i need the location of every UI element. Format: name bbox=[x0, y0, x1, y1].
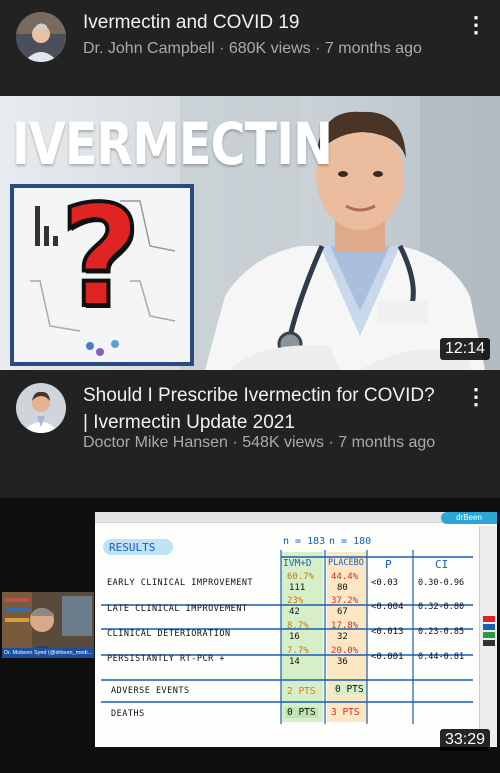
cell-pl-n: 36 bbox=[337, 657, 348, 667]
upload-age: 7 months ago bbox=[338, 434, 436, 451]
more-vert-icon[interactable]: ⋮ bbox=[465, 12, 487, 38]
video-duration: 33:29 bbox=[439, 729, 490, 751]
video-thumbnail-2[interactable]: IVERMECTIN ? 12:14 bbox=[0, 96, 500, 370]
avatar-image bbox=[16, 12, 66, 62]
cell-ivm-n: 14 bbox=[289, 657, 300, 667]
cell-pl-pct: 17.8% bbox=[331, 621, 359, 631]
video-item-2[interactable]: Should I Prescribe Ivermectin for COVID?… bbox=[0, 370, 500, 480]
cell-ivm-n: 0 PTS bbox=[285, 707, 318, 718]
upload-age: 7 months ago bbox=[324, 40, 422, 57]
header-p: P bbox=[385, 558, 392, 571]
cell-ivm-n: 2 PTS bbox=[287, 686, 316, 697]
thumb-headline: IVERMECTIN bbox=[12, 110, 333, 178]
row-label: DEATHS bbox=[111, 709, 145, 719]
question-mark-icon: ? bbox=[58, 176, 143, 339]
cell-ci: 0.32-0.80 bbox=[418, 602, 465, 612]
view-count: 680K views bbox=[228, 40, 311, 57]
cell-ivm-pct: 7.7% bbox=[287, 646, 309, 656]
cell-pl-n: 32 bbox=[337, 632, 348, 642]
avatar-image bbox=[16, 383, 66, 433]
row-label: ADVERSE EVENTS bbox=[111, 686, 190, 696]
video-title[interactable]: Ivermectin and COVID 19 bbox=[83, 11, 299, 35]
view-count: 548K views bbox=[242, 434, 325, 451]
cell-ci: 0.30-0.96 bbox=[418, 578, 465, 588]
header-ivm: IVM+D bbox=[283, 558, 312, 569]
header-placebo: PLACEBO bbox=[328, 558, 364, 568]
cell-p: <0.03 bbox=[371, 578, 399, 588]
video-item-1[interactable]: Ivermectin and COVID 19 Dr. John Campbel… bbox=[0, 0, 500, 88]
channel-avatar[interactable] bbox=[16, 12, 66, 62]
cell-ci: 0.23-0.85 bbox=[418, 627, 465, 637]
cell-pl-pct: 37.2% bbox=[331, 596, 359, 606]
video-title[interactable]: Should I Prescribe Ivermectin for COVID?… bbox=[83, 384, 435, 435]
cell-p: <0.013 bbox=[371, 627, 404, 637]
n-ivm: n = 183 bbox=[283, 536, 326, 547]
channel-name[interactable]: Dr. John Campbell bbox=[83, 40, 215, 57]
video-duration: 12:14 bbox=[439, 338, 490, 360]
cell-ivm-pct: 23% bbox=[287, 596, 304, 606]
video-thumbnail-3[interactable]: Dr. Mobeen Syed (@drbeen_medi... drBeen bbox=[0, 498, 500, 773]
cell-pl-n: 80 bbox=[337, 583, 348, 593]
more-vert-icon[interactable]: ⋮ bbox=[465, 384, 487, 410]
cell-ivm-n: 42 bbox=[289, 607, 300, 617]
row-label: PERSISTANTLY RT-PCR + bbox=[107, 654, 225, 664]
cell-pl-pct: 44.4% bbox=[331, 572, 359, 582]
channel-avatar[interactable] bbox=[16, 383, 66, 433]
cell-pl-n: 0 PTS bbox=[333, 684, 366, 695]
header-ci: CI bbox=[435, 558, 449, 571]
channel-name[interactable]: Doctor Mike Hansen bbox=[83, 434, 228, 451]
cell-ivm-n: 16 bbox=[289, 632, 300, 642]
cell-ivm-pct: 60.7% bbox=[287, 572, 315, 582]
n-placebo: n = 180 bbox=[329, 536, 372, 547]
row-label: LATE CLINICAL IMPROVEMENT bbox=[107, 604, 248, 614]
cell-p: <0.001 bbox=[371, 652, 404, 662]
cell-pl-n: 3 PTS bbox=[331, 707, 360, 718]
whiteboard: drBeen RESULTS n = 183 n = 180 IVM+D PLA… bbox=[95, 512, 497, 747]
cell-p: <0.004 bbox=[371, 602, 404, 612]
webcam-caption: Dr. Mobeen Syed (@drbeen_medi... bbox=[2, 648, 94, 658]
webcam-overlay: Dr. Mobeen Syed (@drbeen_medi... bbox=[2, 592, 94, 658]
row-label: EARLY CLINICAL IMPROVEMENT bbox=[107, 578, 254, 588]
video-meta: Dr. John Campbell · 680K views · 7 month… bbox=[83, 40, 422, 57]
video-meta: Doctor Mike Hansen · 548K views · 7 mont… bbox=[83, 434, 436, 451]
cell-pl-pct: 20.0% bbox=[331, 646, 359, 656]
cell-pl-n: 67 bbox=[337, 607, 348, 617]
row-label: CLINICAL DETERIORATION bbox=[107, 629, 231, 639]
cell-ivm-pct: 8.7% bbox=[287, 621, 309, 631]
results-heading: RESULTS bbox=[109, 541, 156, 554]
cell-ivm-n: 111 bbox=[289, 583, 306, 593]
cell-ci: 0.44-0.81 bbox=[418, 652, 465, 662]
